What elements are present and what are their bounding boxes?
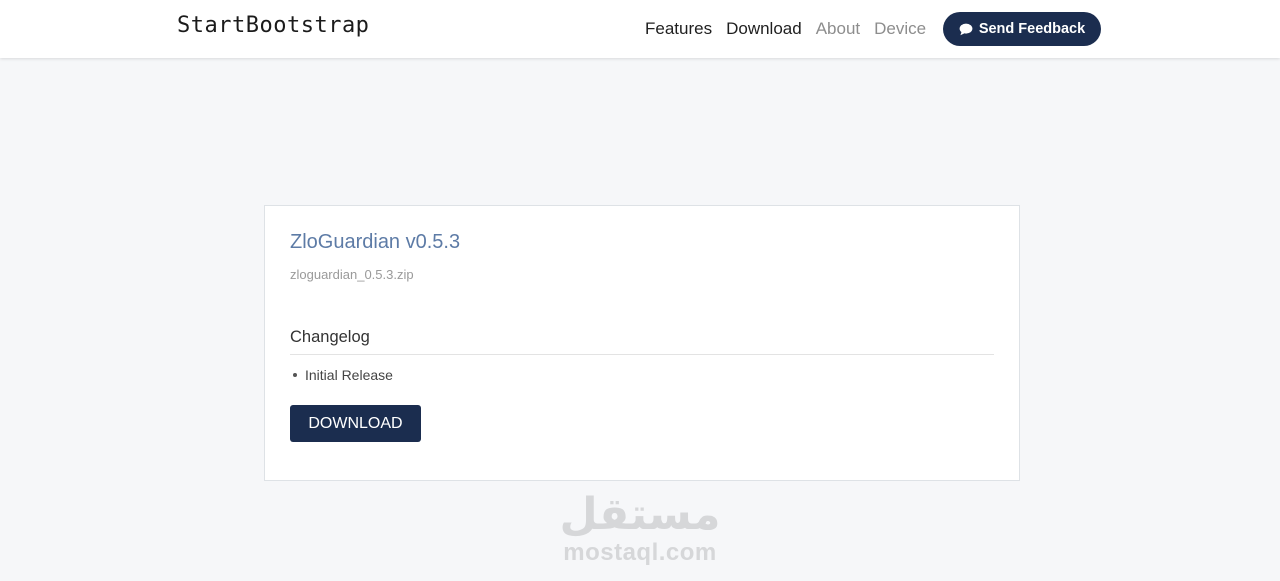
changelog-item-text: Initial Release xyxy=(305,366,393,383)
mostaql-watermark: مستقل mostaql.com xyxy=(540,490,740,566)
brand-logo-link[interactable]: StartBootstrap xyxy=(177,13,369,38)
nav-link-features[interactable]: Features xyxy=(645,19,712,39)
watermark-arabic-logo: مستقل xyxy=(559,489,721,540)
download-button[interactable]: DOWNLOAD xyxy=(290,405,421,442)
watermark-site-text: mostaql.com xyxy=(563,539,717,566)
nav-link-device[interactable]: Device xyxy=(874,19,926,39)
nav-link-about[interactable]: About xyxy=(816,19,860,39)
changelog-divider xyxy=(290,354,994,355)
send-feedback-label: Send Feedback xyxy=(978,21,1086,37)
release-filename: zloguardian_0.5.3.zip xyxy=(290,267,414,282)
nav-links: Features Download About Device xyxy=(645,0,940,58)
changelog-list: Initial Release xyxy=(290,366,393,383)
release-title: ZloGuardian v0.5.3 xyxy=(290,231,461,253)
send-feedback-button[interactable]: Send Feedback xyxy=(943,12,1101,46)
bullet-icon xyxy=(293,372,297,377)
changelog-item: Initial Release xyxy=(290,366,393,383)
chat-bubble-icon xyxy=(959,23,979,36)
release-card: ZloGuardian v0.5.3 zloguardian_0.5.3.zip… xyxy=(264,205,1020,481)
nav-link-download[interactable]: Download xyxy=(726,19,802,39)
top-navbar: StartBootstrap Features Download About D… xyxy=(0,0,1280,58)
changelog-heading: Changelog xyxy=(290,328,370,346)
